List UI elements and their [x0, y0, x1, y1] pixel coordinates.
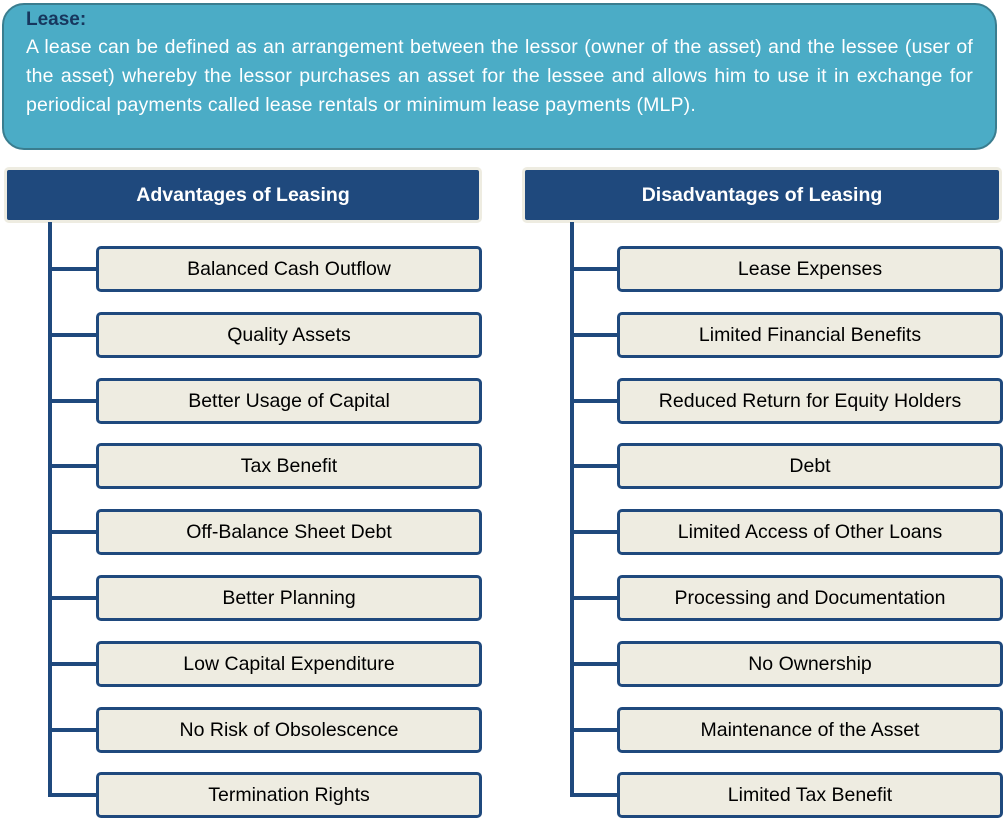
advantage-item: Quality Assets	[96, 312, 482, 358]
disadvantages-connector-branch	[570, 399, 622, 403]
advantages-connector-branch	[48, 464, 100, 468]
disadvantages-connector-branch	[570, 662, 622, 666]
disadvantages-connector-branch	[570, 267, 622, 271]
disadvantages-header: Disadvantages of Leasing	[522, 167, 1002, 223]
advantages-connector-branch	[48, 793, 100, 797]
disadvantage-item: Limited Access of Other Loans	[617, 509, 1003, 555]
disadvantage-item: Debt	[617, 443, 1003, 489]
advantages-connector-trunk	[48, 222, 52, 797]
advantages-connector-branch	[48, 530, 100, 534]
disadvantages-connector-branch	[570, 333, 622, 337]
disadvantages-connector-branch	[570, 793, 622, 797]
disadvantage-item: Lease Expenses	[617, 246, 1003, 292]
disadvantage-item: No Ownership	[617, 641, 1003, 687]
disadvantage-item: Limited Tax Benefit	[617, 772, 1003, 818]
advantage-item: Better Usage of Capital	[96, 378, 482, 424]
advantages-connector-branch	[48, 662, 100, 666]
advantages-connector-branch	[48, 596, 100, 600]
disadvantage-item: Limited Financial Benefits	[617, 312, 1003, 358]
advantages-connector-branch	[48, 333, 100, 337]
definition-title: Lease:	[26, 9, 87, 30]
disadvantages-connector-trunk	[570, 222, 574, 797]
advantage-item: Low Capital Expenditure	[96, 641, 482, 687]
advantage-item: Off-Balance Sheet Debt	[96, 509, 482, 555]
definition-text: A lease can be defined as an arrangement…	[26, 36, 973, 116]
disadvantage-item: Maintenance of the Asset	[617, 707, 1003, 753]
advantages-connector-branch	[48, 399, 100, 403]
advantages-header: Advantages of Leasing	[4, 167, 482, 223]
disadvantages-connector-branch	[570, 464, 622, 468]
disadvantage-item: Processing and Documentation	[617, 575, 1003, 621]
disadvantages-connector-branch	[570, 596, 622, 600]
advantage-item: Tax Benefit	[96, 443, 482, 489]
advantage-item: No Risk of Obsolescence	[96, 707, 482, 753]
disadvantages-connector-branch	[570, 530, 622, 534]
lease-definition-box: Lease: A lease can be defined as an arra…	[2, 3, 997, 150]
disadvantages-connector-branch	[570, 728, 622, 732]
advantages-connector-branch	[48, 267, 100, 271]
advantages-connector-branch	[48, 728, 100, 732]
advantage-item: Better Planning	[96, 575, 482, 621]
disadvantage-item: Reduced Return for Equity Holders	[617, 378, 1003, 424]
advantage-item: Balanced Cash Outflow	[96, 246, 482, 292]
advantage-item: Termination Rights	[96, 772, 482, 818]
